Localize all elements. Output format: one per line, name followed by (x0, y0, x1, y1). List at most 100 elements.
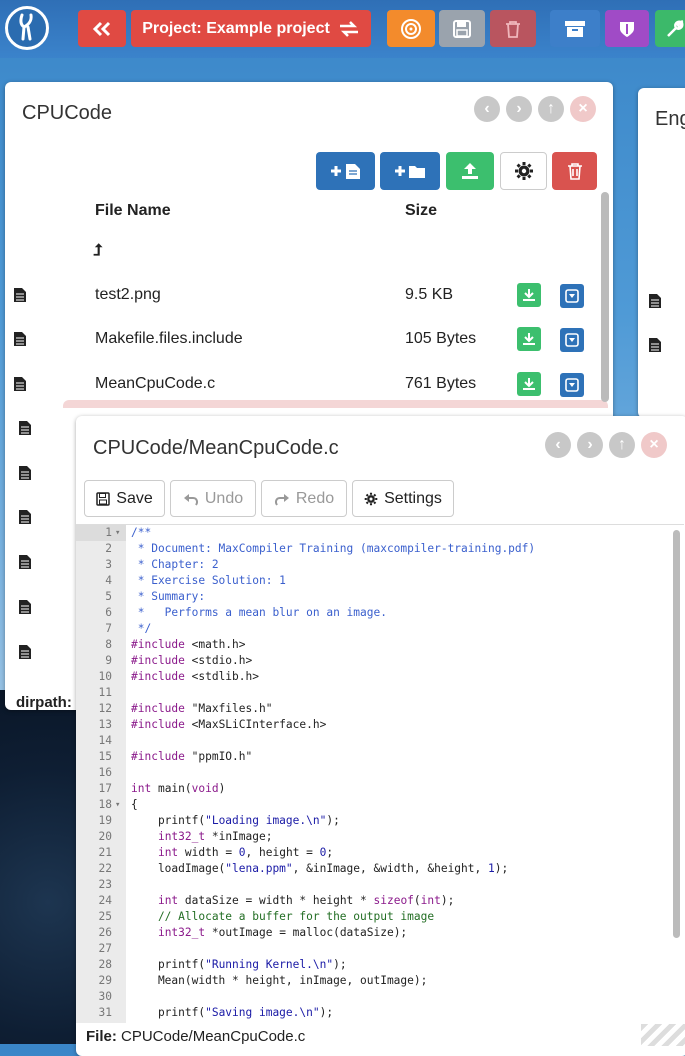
back-arrow-icon[interactable]: ‹ (545, 432, 571, 458)
code-line[interactable]: 28 printf("Running Kernel.\n"); (76, 957, 676, 973)
line-number: 21 (98, 846, 112, 859)
code-line[interactable]: 17 int main(void) (76, 781, 676, 797)
close-icon[interactable]: × (641, 432, 667, 458)
file-menu-button[interactable] (560, 373, 584, 397)
undo-button[interactable]: Undo (170, 480, 256, 517)
code-line[interactable]: 24 int dataSize = width * height * sizeo… (76, 893, 676, 909)
download-button[interactable] (517, 372, 541, 396)
line-number: 4 (105, 574, 112, 587)
file-icon[interactable] (18, 420, 32, 436)
code-text: #include <stdio.h> (131, 654, 253, 667)
forward-arrow-icon[interactable]: › (577, 432, 603, 458)
code-line[interactable]: 6 * Performs a mean blur on an image. (76, 605, 676, 621)
code-line[interactable]: 2 * Document: MaxCompiler Training (maxc… (76, 541, 676, 557)
wrench-button[interactable] (655, 10, 685, 47)
resize-handle[interactable] (641, 1024, 685, 1046)
code-line[interactable]: 12 #include "Maxfiles.h" (76, 701, 676, 717)
code-line[interactable]: 3 * Chapter: 2 (76, 557, 676, 573)
app-logo[interactable] (5, 6, 49, 50)
back-arrow-icon[interactable]: ‹ (474, 96, 500, 122)
column-header-name[interactable]: File Name (95, 202, 171, 220)
editor-scrollbar[interactable] (673, 530, 680, 938)
code-line[interactable]: 14 (76, 733, 676, 749)
footer-label: File: (86, 1028, 117, 1045)
code-line[interactable]: 13 #include <MaxSLiCInterface.h> (76, 717, 676, 733)
code-line[interactable]: 18 ▾ { (76, 797, 676, 813)
right-panel: Eng (638, 88, 685, 418)
code-line[interactable]: 5 * Summary: (76, 589, 676, 605)
file-row[interactable]: test2.png 9.5 KB (5, 282, 605, 312)
code-line[interactable]: 9 #include <stdio.h> (76, 653, 676, 669)
line-number: 20 (98, 830, 112, 843)
settings-button[interactable]: Settings (352, 480, 454, 517)
download-button[interactable] (517, 283, 541, 307)
forward-arrow-icon[interactable]: › (506, 96, 532, 122)
code-line[interactable]: 29 Mean(width * height, inImage, outImag… (76, 973, 676, 989)
upload-button[interactable] (446, 152, 494, 190)
file-row[interactable]: MeanCpuCode.c 761 Bytes (5, 371, 605, 401)
file-row[interactable]: Makefile.files.include 105 Bytes (5, 326, 605, 356)
file-menu-button[interactable] (560, 284, 584, 308)
line-number: 5 (105, 590, 112, 603)
code-text: printf("Saving image.\n"); (131, 1006, 334, 1019)
code-line[interactable]: 15 #include "ppmIO.h" (76, 749, 676, 765)
up-arrow-icon[interactable]: ↑ (609, 432, 635, 458)
column-header-size[interactable]: Size (405, 202, 437, 220)
up-arrow-icon[interactable]: ↑ (538, 96, 564, 122)
file-name[interactable]: test2.png (95, 286, 161, 304)
code-line[interactable]: 16 (76, 765, 676, 781)
code-line[interactable]: 27 (76, 941, 676, 957)
redo-button[interactable]: Redo (261, 480, 347, 517)
file-icon[interactable] (18, 509, 32, 525)
new-file-button[interactable] (316, 152, 375, 190)
code-line[interactable]: 4 * Exercise Solution: 1 (76, 573, 676, 589)
file-list-scrollbar[interactable] (601, 192, 609, 402)
file-menu-button[interactable] (560, 328, 584, 352)
code-text: * Chapter: 2 (131, 558, 219, 571)
code-line[interactable]: 23 (76, 877, 676, 893)
file-icon[interactable] (648, 337, 662, 353)
code-editor[interactable]: 1 ▾/** 2 * Document: MaxCompiler Training … (76, 524, 684, 1023)
delete-button[interactable] (552, 152, 597, 190)
code-line[interactable]: 31 printf("Saving image.\n"); (76, 1005, 676, 1021)
target-button[interactable] (387, 10, 435, 47)
file-icon[interactable] (18, 599, 32, 615)
code-text: int main(void) (131, 782, 226, 795)
code-text: * Performs a mean blur on an image. (131, 606, 387, 619)
archive-button[interactable] (550, 10, 600, 47)
file-icon[interactable] (18, 644, 32, 660)
code-line[interactable]: 11 (76, 685, 676, 701)
code-line[interactable]: 21 int width = 0, height = 0; (76, 845, 676, 861)
code-line[interactable]: 19 printf("Loading image.\n"); (76, 813, 676, 829)
fold-caret-icon[interactable]: ▾ (115, 797, 120, 813)
new-folder-button[interactable] (380, 152, 440, 190)
shield-button[interactable] (605, 10, 649, 47)
save-project-button[interactable] (439, 10, 485, 47)
settings-button[interactable] (500, 152, 547, 190)
code-line[interactable]: 10 #include <stdlib.h> (76, 669, 676, 685)
close-icon[interactable]: × (570, 96, 596, 122)
back-button[interactable] (78, 10, 126, 47)
download-button[interactable] (517, 327, 541, 351)
code-line[interactable]: 8 #include <math.h> (76, 637, 676, 653)
file-icon[interactable] (18, 554, 32, 570)
code-line[interactable]: 26 int32_t *outImage = malloc(dataSize); (76, 925, 676, 941)
project-switch-button[interactable]: Project: Example project (131, 10, 371, 47)
file-icon[interactable] (18, 465, 32, 481)
code-line[interactable]: 7 */ (76, 621, 676, 637)
settings-label: Settings (384, 489, 442, 507)
file-icon[interactable] (648, 293, 662, 309)
code-line[interactable]: 22 loadImage("lena.ppm", &inImage, &widt… (76, 861, 676, 877)
file-name[interactable]: MeanCpuCode.c (95, 375, 215, 393)
code-line[interactable]: 1 ▾ /** (76, 525, 676, 541)
delete-project-button[interactable] (490, 10, 536, 47)
code-line[interactable]: 20 int32_t *inImage; (76, 829, 676, 845)
file-name[interactable]: Makefile.files.include (95, 330, 243, 348)
save-button[interactable]: Save (84, 480, 165, 517)
parent-directory-link[interactable]: ⮥ (93, 242, 102, 260)
code-text: { (131, 798, 138, 811)
fold-caret-icon[interactable]: ▾ (115, 525, 120, 541)
code-line[interactable]: 25 // Allocate a buffer for the output i… (76, 909, 676, 925)
line-number: 22 (98, 862, 112, 875)
code-line[interactable]: 30 (76, 989, 676, 1005)
